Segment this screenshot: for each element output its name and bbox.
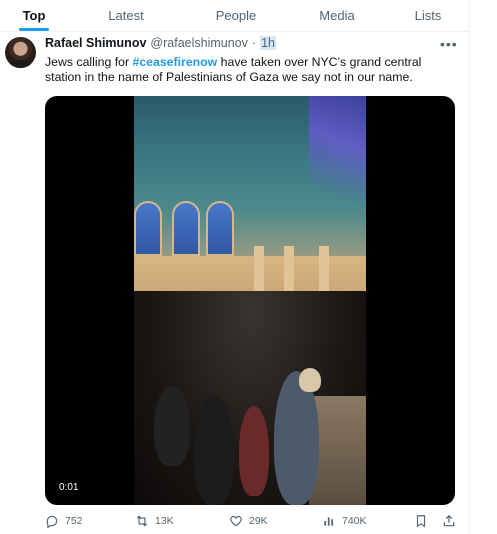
video-person-cap [299, 368, 321, 392]
analytics-icon [324, 517, 334, 526]
tweet-header: Rafael Shimunov @rafaelshimunov · 1h [45, 36, 276, 50]
author-handle[interactable]: @rafaelshimunov [150, 36, 247, 50]
author-name[interactable]: Rafael Shimunov [45, 36, 146, 50]
share-button[interactable] [442, 514, 456, 528]
tab-media-label: Media [319, 8, 355, 23]
video-frame [134, 96, 366, 505]
tweet-actions: 752 13K 29K 740K [45, 514, 457, 532]
reply-icon [46, 515, 58, 528]
hashtag-link[interactable]: #ceasefirenow [132, 55, 217, 69]
tweet-video[interactable]: 0:01 [45, 96, 455, 505]
repost-count: 13K [155, 515, 174, 527]
tweet-time[interactable]: 1h [260, 36, 276, 50]
tab-top[interactable]: Top [0, 0, 68, 31]
bookmark-button[interactable] [414, 514, 428, 528]
separator: · [251, 36, 257, 50]
views-button[interactable]: 740K [322, 514, 367, 528]
tab-latest-label: Latest [108, 8, 144, 23]
video-window [134, 201, 162, 256]
tab-lists-label: Lists [414, 8, 442, 23]
video-window [206, 201, 234, 256]
reply-count: 752 [65, 515, 83, 527]
like-button[interactable]: 29K [229, 514, 268, 528]
video-person [239, 406, 269, 496]
tab-lists[interactable]: Lists [386, 0, 470, 31]
reply-button[interactable]: 752 [45, 514, 83, 528]
video-light [309, 96, 366, 216]
tweet-text-start: Jews calling for [45, 55, 133, 69]
tab-people-label: People [215, 8, 257, 23]
share-icon [443, 514, 455, 527]
avatar-shirt [9, 60, 32, 68]
tweet-text: Jews calling for #ceasefirenow have take… [45, 55, 445, 85]
bookmark-icon [416, 515, 426, 528]
active-tab-indicator [19, 28, 49, 31]
tab-latest[interactable]: Latest [68, 0, 184, 31]
repost-icon [136, 515, 148, 527]
video-person [154, 386, 190, 466]
column-divider [469, 0, 470, 534]
heart-icon [230, 515, 242, 527]
video-window [172, 201, 200, 256]
video-duration: 0:01 [53, 480, 85, 495]
tab-media[interactable]: Media [288, 0, 386, 31]
tab-top-label: Top [22, 8, 46, 23]
tab-people[interactable]: People [184, 0, 288, 31]
avatar[interactable] [5, 37, 36, 68]
view-count: 740K [342, 515, 367, 527]
video-person [194, 396, 234, 505]
repost-button[interactable]: 13K [135, 514, 174, 528]
like-count: 29K [249, 515, 268, 527]
search-tabs: Top Latest People Media Lists [0, 0, 470, 32]
more-horizontal-icon[interactable]: ••• [440, 36, 458, 52]
